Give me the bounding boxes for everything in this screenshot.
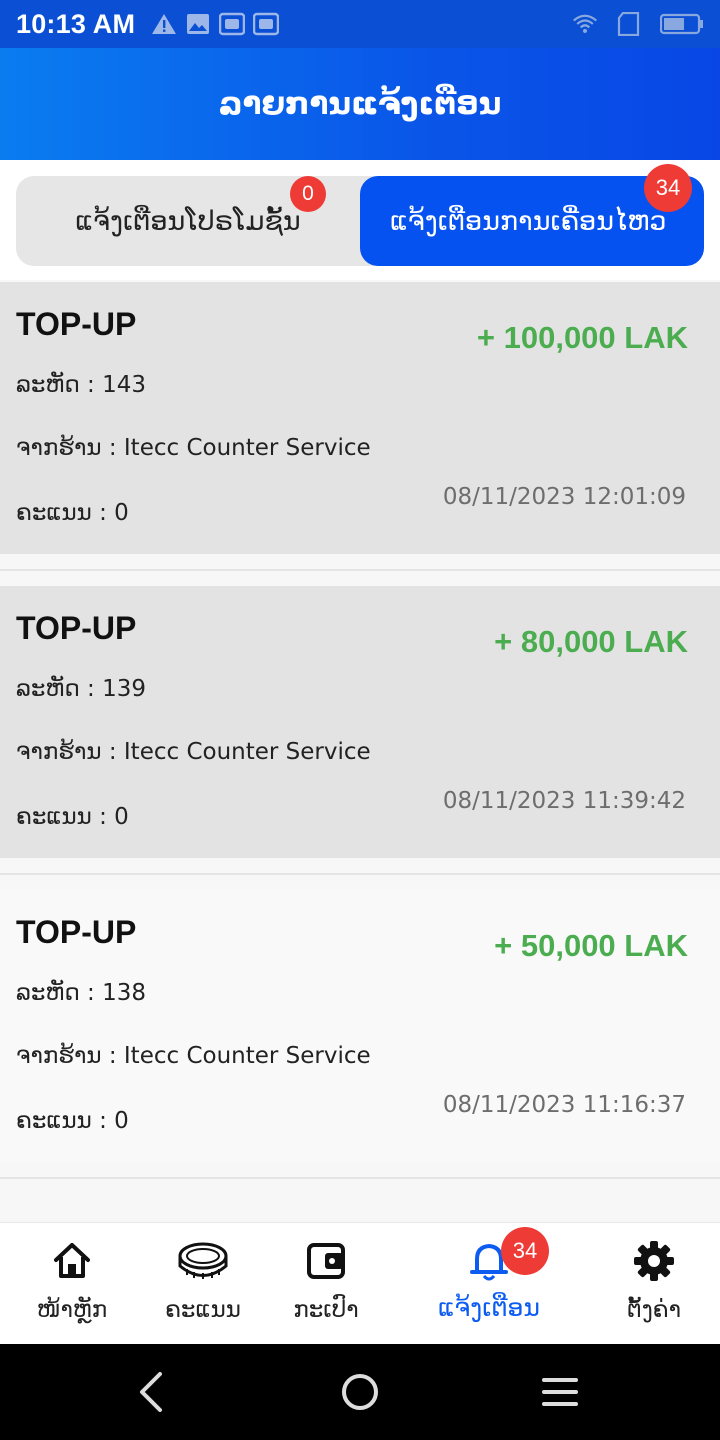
system-navigation-bar	[0, 1344, 720, 1440]
notification-points: ຄະແນນ : 0	[16, 804, 129, 830]
app-header: ລາຍການແຈ້ງເຕືອນ	[0, 48, 720, 160]
notification-shop: ຈາກຮ້ານ : Itecc Counter Service	[16, 739, 371, 765]
tab-promotions-label: ແຈ້ງເຕືອນໂປຣໂມຊັ້ນ	[75, 205, 301, 237]
home-icon	[54, 1243, 90, 1278]
notification-points: ຄະແນນ : 0	[16, 1108, 129, 1134]
notification-datetime: 08/11/2023 11:39:42	[442, 788, 686, 814]
notification-amount: + 80,000 LAK	[494, 624, 688, 659]
home-circle-icon[interactable]	[334, 1366, 386, 1418]
photo-frame-icon	[253, 12, 280, 36]
page-title: ລາຍການແຈ້ງເຕືອນ	[218, 86, 502, 122]
nav-item-wallet[interactable]: ກະເປົາ	[254, 1223, 398, 1345]
back-icon[interactable]	[126, 1366, 178, 1418]
photo-frame-icon	[219, 12, 246, 36]
nav-label-settings: ຕັ້ງຄ່າ	[626, 1297, 682, 1323]
warning-icon	[152, 14, 177, 34]
notification-datetime: 08/11/2023 11:16:37	[442, 1092, 686, 1118]
nav-item-notifications[interactable]: 34 ແຈ້ງເຕືອນ	[417, 1223, 561, 1345]
notification-shop: ຈາກຮ້ານ : Itecc Counter Service	[16, 1043, 371, 1069]
notification-title: TOP-UP	[16, 914, 137, 950]
status-time: 10:13 AM	[16, 8, 136, 39]
nav-item-settings[interactable]: ຕັ້ງຄ່າ	[582, 1223, 720, 1345]
menu-icon[interactable]	[534, 1366, 586, 1418]
transactions-count-badge: 34	[644, 164, 692, 212]
nav-label-wallet: ກະເປົາ	[293, 1297, 359, 1323]
coin-icon	[178, 1242, 228, 1279]
bottom-navigation: ໜ້າຫຼັກ ຄະແນນ ກະເປົາ 34 ແຈ້ງເຕືອນ ຕັ້ງຄ່…	[0, 1222, 720, 1344]
image-icon	[187, 14, 210, 34]
notification-title: TOP-UP	[16, 306, 137, 342]
status-system-icons	[572, 12, 704, 36]
notification-card[interactable]: TOP-UP + 50,000 LAK ລະຫັດ : 138 ຈາກຮ້ານ …	[0, 890, 720, 1162]
notification-amount: + 50,000 LAK	[494, 928, 688, 963]
notification-type-tabs: ແຈ້ງເຕືອນໂປຣໂມຊັ້ນ ແຈ້ງເຕືອນການເຄື່ອນໄຫວ…	[16, 164, 704, 266]
notification-code: ລະຫັດ : 138	[16, 980, 146, 1006]
sim-icon	[617, 12, 640, 36]
list-divider	[0, 1177, 720, 1179]
promotions-count-badge: 0	[290, 176, 326, 212]
battery-icon	[660, 13, 703, 35]
nav-label-notifications: ແຈ້ງເຕືອນ	[438, 1293, 540, 1322]
nav-item-home[interactable]: ໜ້າຫຼັກ	[0, 1223, 144, 1345]
wallet-icon	[307, 1243, 345, 1279]
notification-title: TOP-UP	[16, 610, 137, 646]
list-divider	[0, 569, 720, 571]
notification-points: ຄະແນນ : 0	[16, 500, 129, 526]
status-bar: 10:13 AM	[0, 0, 720, 48]
tabs-container: ແຈ້ງເຕືອນໂປຣໂມຊັ້ນ ແຈ້ງເຕືອນການເຄື່ອນໄຫວ…	[0, 160, 720, 280]
nav-label-home: ໜ້າຫຼັກ	[36, 1297, 108, 1323]
wifi-icon	[573, 14, 597, 34]
notifications-nav-badge: 34	[501, 1227, 549, 1275]
notifications-screen: 10:13 AM ລາຍການແຈ້ງເຕືອນ ແຈ້ງເຕືອນໂປຣໂມຊ…	[0, 0, 720, 1440]
list-divider	[0, 873, 720, 875]
notification-amount: + 100,000 LAK	[476, 320, 688, 355]
tab-transactions-label: ແຈ້ງເຕືອນການເຄື່ອນໄຫວ	[390, 205, 667, 237]
status-notification-icons	[151, 12, 280, 36]
notification-code: ລະຫັດ : 143	[16, 372, 146, 398]
notification-card[interactable]: TOP-UP + 80,000 LAK ລະຫັດ : 139 ຈາກຮ້ານ …	[0, 586, 720, 858]
notification-shop: ຈາກຮ້ານ : Itecc Counter Service	[16, 435, 371, 461]
notification-datetime: 08/11/2023 12:01:09	[442, 484, 686, 510]
notification-card[interactable]: TOP-UP + 100,000 LAK ລະຫັດ : 143 ຈາກຮ້ານ…	[0, 282, 720, 554]
notification-code: ລະຫັດ : 139	[16, 676, 146, 702]
gear-icon	[634, 1241, 674, 1281]
